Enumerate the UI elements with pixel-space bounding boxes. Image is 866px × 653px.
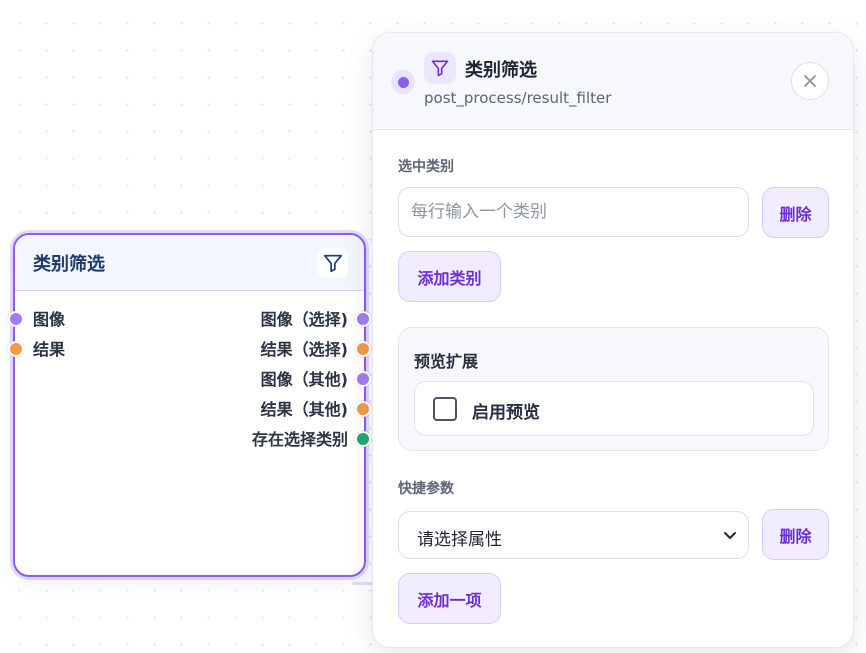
output-port-image-selected[interactable] (355, 311, 371, 327)
selected-categories-label: 选中类别 (398, 159, 454, 175)
add-param-button[interactable]: 添加一项 (398, 573, 501, 624)
output-port-has-selected[interactable] (355, 431, 371, 447)
node-title: 类别筛选 (33, 253, 105, 275)
filter-icon (424, 52, 456, 84)
panel-header: 类别筛选 post_process/result_filter (373, 33, 853, 130)
output-port-label-result-other: 结果（其他) (260, 400, 348, 419)
output-port-result-other[interactable] (355, 401, 371, 417)
preview-extension-title: 预览扩展 (414, 352, 479, 371)
category-input[interactable] (398, 187, 749, 237)
input-port-label-image: 图像 (33, 310, 66, 329)
delete-category-button[interactable]: 删除 (762, 187, 829, 238)
panel-title: 类别筛选 (465, 60, 537, 81)
filter-icon (318, 247, 348, 278)
input-port-result[interactable] (8, 341, 24, 357)
output-port-label-image-selected: 图像（选择) (260, 310, 348, 329)
attribute-select[interactable]: 请选择属性 (398, 511, 749, 559)
output-port-label-image-other: 图像（其他) (260, 370, 348, 389)
node-header[interactable]: 类别筛选 (15, 235, 364, 291)
add-category-button[interactable]: 添加类别 (398, 251, 501, 302)
node-card-category-filter[interactable]: 类别筛选 图像 结果 图像（选择) 结果（选择) 图像（其他) 结果（其他) 存… (13, 233, 366, 577)
output-port-result-selected[interactable] (355, 341, 371, 357)
quick-params-label: 快捷参数 (398, 481, 454, 497)
property-panel: 类别筛选 post_process/result_filter 选中类别 删除 … (372, 32, 854, 648)
input-port-label-result: 结果 (33, 340, 66, 359)
enable-preview-checkbox[interactable] (433, 397, 457, 421)
output-port-image-other[interactable] (355, 371, 371, 387)
input-port-image[interactable] (8, 311, 24, 327)
attribute-select-value: 请选择属性 (417, 530, 502, 550)
delete-param-button[interactable]: 删除 (762, 509, 829, 560)
enable-preview-option[interactable]: 启用预览 (414, 381, 814, 436)
close-button[interactable] (791, 62, 829, 100)
chevron-down-icon (724, 532, 736, 539)
close-icon (804, 75, 816, 87)
enable-preview-label: 启用预览 (472, 403, 540, 423)
preview-extension-section: 预览扩展 启用预览 (398, 327, 829, 451)
output-port-label-result-selected: 结果（选择) (260, 340, 348, 359)
output-port-label-has-selected: 存在选择类别 (251, 430, 348, 449)
panel-subtitle: post_process/result_filter (424, 89, 612, 107)
status-indicator (391, 70, 415, 94)
